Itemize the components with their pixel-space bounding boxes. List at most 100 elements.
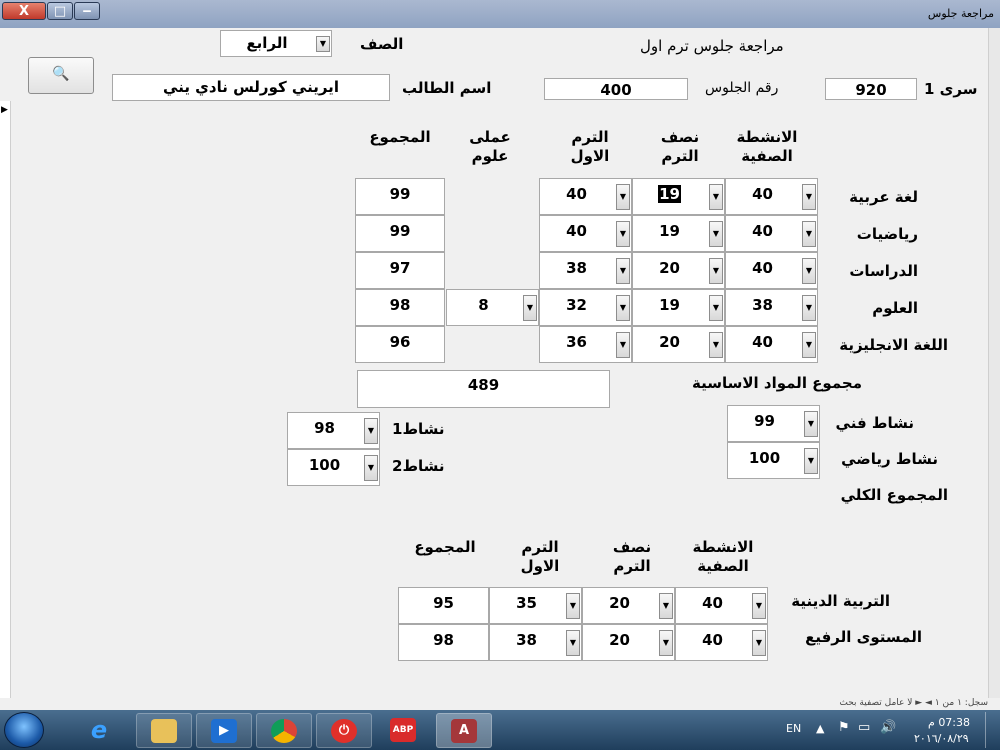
dropdown-arrow-icon[interactable]: ▼ [659,630,673,656]
dropdown-arrow-icon[interactable]: ▼ [364,455,378,481]
activities-select[interactable]: 40 ▼ [725,178,818,215]
dropdown-arrow-icon[interactable]: ▼ [709,332,723,358]
term1-select[interactable]: 32 ▼ [539,289,632,326]
dropdown-arrow-icon[interactable]: ▼ [802,184,816,210]
serial-field[interactable]: 920 [825,78,917,100]
record-navigation[interactable]: سجل: ١ من ١ ◄ ► لا عامل تصفية بحث [830,698,988,710]
dropdown-arrow-icon[interactable]: ▼ [752,593,766,619]
midterm-select[interactable]: 19 ▼ [632,289,725,326]
practical-select[interactable]: 8 ▼ [446,289,539,326]
clock-time[interactable]: 07:38 م [928,716,970,729]
access-taskbar-button[interactable]: A [436,713,492,748]
show-hidden-icons-icon[interactable]: ▲ [816,722,824,735]
dropdown-arrow-icon[interactable]: ▼ [616,258,630,284]
record-selector[interactable] [0,101,11,698]
header2-total: المجموع [414,538,476,556]
basic-total-field[interactable]: 489 [357,370,610,408]
grade-value: الرابع [246,34,288,52]
midterm-select[interactable]: 19 ▼ [632,215,725,252]
header2-activities: الانشطة الصفية [692,538,754,575]
maximize-button[interactable]: □ [47,2,73,20]
midterm-select[interactable]: 20 ▼ [582,587,675,624]
dropdown-arrow-icon[interactable]: ▼ [659,593,673,619]
total-field[interactable]: 98 [398,624,489,661]
activities-select[interactable]: 40 ▼ [725,215,818,252]
dropdown-arrow-icon[interactable]: ▼ [752,630,766,656]
dropdown-arrow-icon[interactable]: ▼ [802,332,816,358]
total-field[interactable]: 98 [355,289,445,326]
total-field[interactable]: 95 [398,587,489,624]
term1-select[interactable]: 36 ▼ [539,326,632,363]
midterm-value: 20 [659,259,680,277]
action-center-flag-icon[interactable]: ⚑ [838,720,850,735]
sport-activity-select[interactable]: 100 ▼ [727,442,820,479]
student-name-label: اسم الطالب [402,79,492,97]
dropdown-arrow-icon[interactable]: ▼ [616,221,630,247]
activities-value: 40 [752,185,773,203]
media-player-taskbar-button[interactable]: ▶ [196,713,252,748]
activities-select[interactable]: 40 ▼ [725,252,818,289]
minimize-button[interactable]: ‒ [74,2,100,20]
show-desktop-button[interactable] [985,712,1000,748]
dropdown-arrow-icon[interactable]: ▼ [804,411,818,437]
start-button[interactable] [4,712,44,748]
term1-select[interactable]: 38 ▼ [539,252,632,289]
seat-number-field[interactable]: 400 [544,78,688,100]
chrome-taskbar-button[interactable] [256,713,312,748]
total-field[interactable]: 99 [355,215,445,252]
term1-select[interactable]: 40 ▼ [539,178,632,215]
activities-select[interactable]: 40 ▼ [675,624,768,661]
dropdown-arrow-icon[interactable]: ▼ [566,593,580,619]
dropdown-arrow-icon[interactable]: ▼ [616,332,630,358]
dropdown-arrow-icon[interactable]: ▼ [709,184,723,210]
dropdown-arrow-icon[interactable]: ▼ [566,630,580,656]
student-name-field[interactable]: ايريني كورلس نادي يني [112,74,390,101]
total-field[interactable]: 97 [355,252,445,289]
window-title: مراجعة جلوس [927,7,994,20]
midterm-select[interactable]: 20 ▼ [582,624,675,661]
art-activity-select[interactable]: 99 ▼ [727,405,820,442]
total-field[interactable]: 99 [355,178,445,215]
dropdown-arrow-icon[interactable]: ▼ [709,221,723,247]
total-field[interactable]: 96 [355,326,445,363]
dropdown-arrow-icon[interactable]: ▼ [616,295,630,321]
volume-icon[interactable]: 🔊 [880,720,896,735]
header2-midterm: نصف الترم [612,538,652,575]
midterm-select[interactable]: 19 ▼ [632,178,725,215]
dropdown-arrow-icon[interactable]: ▼ [802,258,816,284]
grade-select[interactable]: الرابع ▼ [220,30,332,57]
midterm-value: 19 [633,179,706,210]
close-button[interactable]: X [2,2,46,20]
term1-select[interactable]: 40 ▼ [539,215,632,252]
dropdown-arrow-icon[interactable]: ▼ [802,221,816,247]
activities-select[interactable]: 40 ▼ [725,326,818,363]
dropdown-arrow-icon[interactable]: ▼ [709,295,723,321]
midterm-select[interactable]: 20 ▼ [632,252,725,289]
clock-date[interactable]: ٢٠١٦/٠٨/٢٩ [914,732,969,745]
vertical-scrollbar[interactable] [988,28,1000,698]
dropdown-arrow-icon[interactable]: ▼ [616,184,630,210]
activities-select[interactable]: 40 ▼ [675,587,768,624]
dropdown-arrow-icon[interactable]: ▼ [804,448,818,474]
explorer-taskbar-button[interactable] [136,713,192,748]
search-button[interactable]: 🔍 [28,57,94,94]
term1-select[interactable]: 38 ▼ [489,624,582,661]
activity1-value: 98 [314,419,335,437]
dropdown-arrow-icon[interactable]: ▼ [802,295,816,321]
term1-select[interactable]: 35 ▼ [489,587,582,624]
midterm-select[interactable]: 20 ▼ [632,326,725,363]
dropdown-arrow-icon[interactable]: ▼ [523,295,537,321]
dropdown-arrow-icon[interactable]: ▼ [709,258,723,284]
dropdown-arrow-icon[interactable]: ▼ [364,418,378,444]
grade-dropdown-arrow-icon[interactable]: ▼ [316,36,330,52]
folder-icon [151,719,177,743]
adblock-taskbar-button[interactable]: ABP [376,713,432,748]
ie-taskbar-button[interactable]: e [72,713,128,748]
network-icon[interactable]: ▭ [858,720,870,735]
activity1-select[interactable]: 98 ▼ [287,412,380,449]
term1-value: 32 [566,296,587,314]
activities-select[interactable]: 38 ▼ [725,289,818,326]
power-taskbar-button[interactable]: ⏻ [316,713,372,748]
activity2-select[interactable]: 100 ▼ [287,449,380,486]
language-indicator[interactable]: EN [786,722,801,735]
